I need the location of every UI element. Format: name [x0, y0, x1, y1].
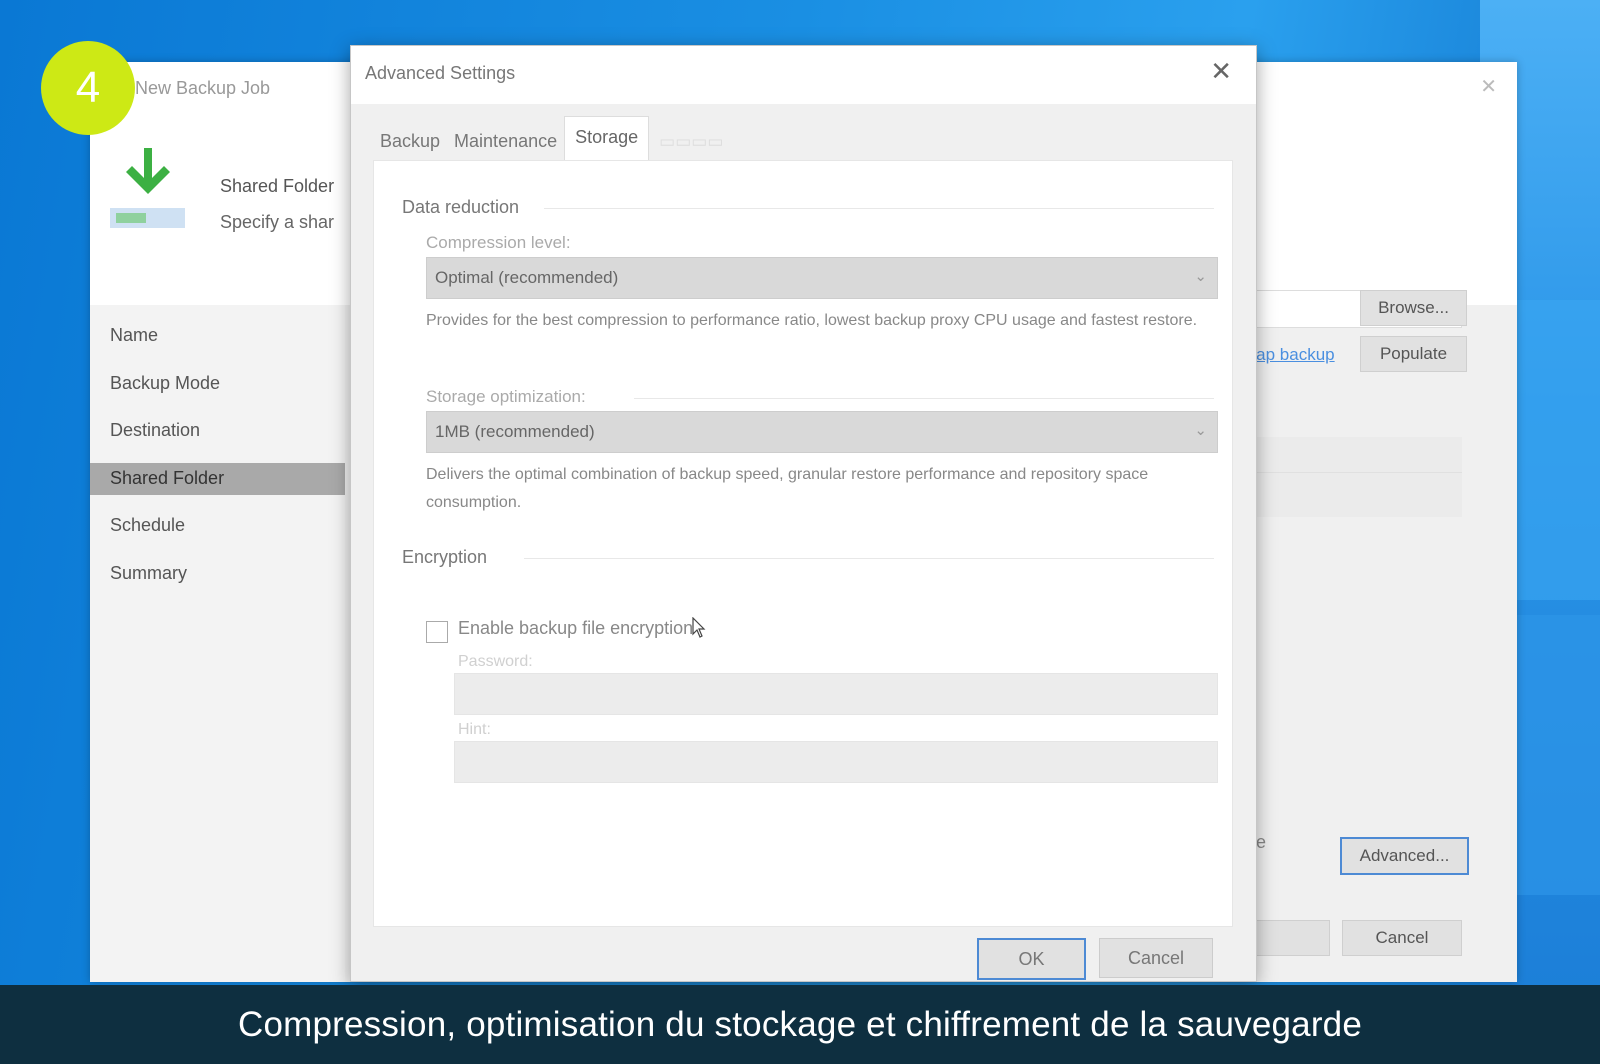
- compression-level-select[interactable]: Optimal (recommended) ⌄: [426, 257, 1218, 299]
- hint-field[interactable]: [454, 741, 1218, 783]
- caption-bar: Compression, optimisation du stockage et…: [0, 985, 1600, 1064]
- storage-optimization-value: 1MB (recommended): [435, 422, 595, 441]
- mouse-cursor-icon: [692, 617, 706, 638]
- nav-item-name[interactable]: Name: [110, 325, 158, 346]
- enable-encryption-label[interactable]: Enable backup file encryption: [458, 618, 693, 639]
- chevron-down-icon: ⌄: [1194, 422, 1207, 439]
- nav-item-shared-folder[interactable]: Shared Folder: [90, 463, 345, 495]
- tab-maintenance[interactable]: Maintenance: [447, 123, 564, 160]
- encryption-group-label: Encryption: [402, 547, 488, 567]
- browse-button[interactable]: Browse...: [1360, 290, 1467, 326]
- step-number-badge: 4: [41, 41, 135, 135]
- close-icon[interactable]: ✕: [1210, 56, 1232, 87]
- enable-encryption-checkbox[interactable]: [426, 621, 448, 643]
- populate-button[interactable]: Populate: [1360, 336, 1467, 372]
- advanced-settings-dialog: Advanced Settings ✕ Backup Maintenance S…: [350, 45, 1257, 982]
- tab-storage[interactable]: Storage: [564, 116, 650, 160]
- wizard-close-icon[interactable]: ✕: [1480, 74, 1497, 99]
- compression-level-value: Optimal (recommended): [435, 268, 619, 287]
- tab-backup[interactable]: Backup: [373, 123, 447, 160]
- nav-item-schedule[interactable]: Schedule: [110, 515, 185, 536]
- cancel-button[interactable]: Cancel: [1099, 938, 1213, 978]
- storage-optimization-select[interactable]: 1MB (recommended) ⌄: [426, 411, 1218, 453]
- wizard-cancel-button[interactable]: Cancel: [1342, 920, 1462, 956]
- dialog-titlebar: Advanced Settings ✕: [351, 46, 1256, 104]
- wizard-title: New Backup Job: [135, 78, 271, 98]
- nav-item-destination[interactable]: Destination: [110, 420, 200, 441]
- dialog-title: Advanced Settings: [365, 63, 516, 83]
- wizard-step-title: Shared Folder: [220, 176, 335, 196]
- compression-description: Provides for the best compression to per…: [426, 312, 1198, 329]
- wizard-details-area: [1232, 437, 1462, 517]
- storage-optimization-description: Delivers the optimal combination of back…: [426, 466, 1149, 511]
- backup-job-icon: [110, 148, 185, 228]
- desktop-windows-logo-pane: [1510, 615, 1600, 895]
- caption-text: Compression, optimisation du stockage et…: [237, 1004, 1363, 1044]
- desktop-windows-logo-pane: [1510, 300, 1600, 600]
- advanced-button[interactable]: Advanced...: [1340, 837, 1469, 875]
- password-select[interactable]: [454, 673, 1218, 715]
- storage-tab-panel: Data reduction Compression level: Optima…: [373, 160, 1233, 927]
- compression-level-label: Compression level:: [426, 233, 571, 252]
- chevron-down-icon: ⌄: [1194, 268, 1207, 285]
- group-divider: [524, 558, 1214, 559]
- settings-tabs: Backup Maintenance Storage ▭▭▭▭: [373, 116, 733, 160]
- wizard-step-subtitle: Specify a shar: [220, 212, 335, 232]
- group-divider: [544, 208, 1214, 209]
- hint-label: Hint:: [458, 721, 491, 738]
- group-divider: [634, 398, 1214, 399]
- storage-optimization-label: Storage optimization:: [426, 387, 586, 406]
- ok-button[interactable]: OK: [977, 938, 1086, 980]
- divider: [1232, 472, 1462, 473]
- data-reduction-group-label: Data reduction: [402, 197, 520, 217]
- tab-placeholder: ▭▭▭▭: [659, 132, 724, 151]
- nav-item-summary[interactable]: Summary: [110, 563, 187, 584]
- nav-item-label: Shared Folder: [110, 468, 225, 488]
- nav-item-backup-mode[interactable]: Backup Mode: [110, 373, 220, 394]
- password-label: Password:: [458, 653, 533, 670]
- wizard-step-nav: Name Backup Mode Destination Shared Fold…: [90, 305, 345, 982]
